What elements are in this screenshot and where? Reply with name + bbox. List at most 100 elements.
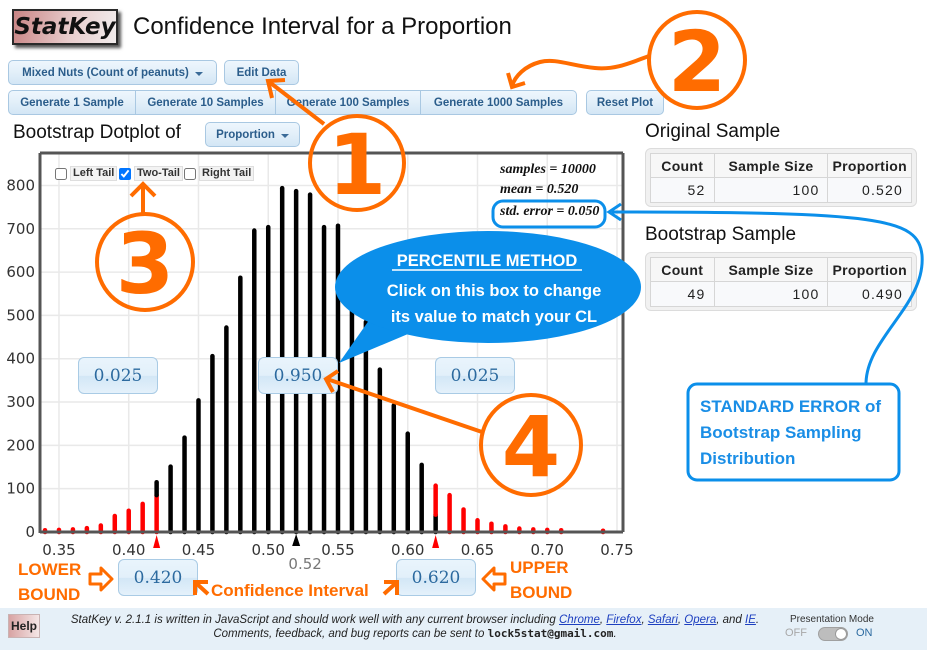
column-header-count: Count	[650, 153, 715, 178]
footer-intro: StatKey v. 2.1.1 is written in JavaScrip…	[70, 614, 559, 626]
period: .	[613, 628, 617, 640]
std-error-callout-line: STANDARD ERROR of	[700, 397, 881, 416]
samples-stat: samples = 10000	[500, 162, 596, 177]
reset-plot-button[interactable]: Reset Plot	[586, 90, 664, 115]
footer-contact-text: Comments, feedback, and bug reports can …	[213, 628, 488, 640]
generate-100-samples-button[interactable]: Generate 100 Samples	[276, 90, 421, 115]
two-tail-label: Two-Tail	[134, 166, 183, 181]
presentation-mode-toggle[interactable]	[818, 627, 848, 641]
sample-size-value: 100	[713, 177, 829, 203]
dataset-dropdown[interactable]: Mixed Nuts (Count of peanuts)	[8, 60, 217, 85]
generate-100-label: Generate 100 Samples	[286, 96, 410, 109]
opera-link[interactable]: Opera	[684, 614, 716, 626]
statistic-dropdown[interactable]: Proportion	[205, 122, 300, 147]
y-tick-label: 400	[6, 350, 35, 368]
footer-text: StatKey v. 2.1.1 is written in JavaScrip…	[45, 613, 785, 641]
y-tick-label: 100	[6, 480, 35, 498]
upper-bound-marker-icon	[432, 535, 440, 548]
presentation-on-label: ON	[856, 627, 873, 639]
left-tail-option[interactable]: Left Tail	[55, 166, 118, 181]
confidence-level-box[interactable]: 0.950	[258, 357, 338, 394]
left-tail-proportion-box[interactable]: 0.025	[78, 357, 158, 394]
generate-1000-samples-button[interactable]: Generate 1000 Samples	[421, 90, 577, 115]
right-tail-label: Right Tail	[199, 166, 255, 181]
contact-email: lock5stat@gmail.com	[487, 627, 614, 640]
sample-size-value: 100	[713, 281, 829, 307]
column-header-sample-size: Sample Size	[713, 153, 829, 178]
x-tick-label: 0.60	[391, 541, 424, 559]
dataset-label: Mixed Nuts (Count of peanuts)	[22, 66, 189, 79]
footer: Help StatKey v. 2.1.1 is written in Java…	[0, 608, 927, 650]
safari-link[interactable]: Safari	[648, 614, 678, 626]
y-tick-label: 700	[6, 220, 35, 238]
x-tick-label: 0.50	[252, 541, 285, 559]
ie-link[interactable]: IE	[745, 614, 756, 626]
right-tail-option[interactable]: Right Tail	[184, 166, 255, 181]
y-tick-label: 300	[6, 393, 35, 411]
caret-down-icon	[280, 133, 289, 138]
right-tail-checkbox[interactable]	[184, 167, 196, 180]
period: .	[755, 614, 760, 626]
left-tail-checkbox[interactable]	[55, 167, 67, 180]
original-sample-heading: Original Sample	[645, 121, 781, 142]
footer-line-1: StatKey v. 2.1.1 is written in JavaScrip…	[45, 613, 785, 627]
y-tick-label: 500	[6, 306, 35, 324]
presentation-mode-label: Presentation Mode	[790, 614, 874, 625]
x-tick-label: 0.70	[531, 541, 564, 559]
x-tick-label: 0.75	[600, 541, 633, 559]
column-header-count: Count	[650, 257, 715, 282]
lower-bound-marker-icon	[153, 535, 161, 548]
column-header-proportion: Proportion	[827, 153, 912, 178]
proportion-value: 0.520	[827, 177, 912, 203]
generate-samples-button-group: Generate 1 Sample Generate 10 Samples Ge…	[8, 90, 577, 115]
column-header-proportion: Proportion	[827, 257, 912, 282]
chrome-link[interactable]: Chrome	[559, 614, 600, 626]
mean-marker-icon	[292, 534, 301, 546]
reset-plot-label: Reset Plot	[596, 96, 654, 109]
mean-stat: mean = 0.520	[500, 182, 579, 197]
statistic-label: Proportion	[216, 128, 275, 141]
table-row: 52 100 0.520	[650, 177, 912, 203]
std-error-callout-line: Bootstrap Sampling	[700, 423, 862, 442]
proportion-value: 0.490	[827, 281, 912, 307]
table-row: 49 100 0.490	[650, 281, 912, 307]
presentation-off-label: OFF	[785, 627, 807, 639]
plot-heading: Bootstrap Dotplot of	[13, 122, 181, 143]
separator: , and	[716, 614, 746, 626]
two-tail-checkbox[interactable]	[119, 167, 131, 180]
x-tick-label: 0.45	[182, 541, 215, 559]
y-tick-label: 0	[25, 523, 35, 541]
y-tick-label: 600	[6, 263, 35, 281]
y-tick-label: 800	[6, 176, 35, 194]
original-sample-table: Count Sample Size Proportion 52 100 0.52…	[645, 148, 917, 207]
std-error-callout-box	[686, 382, 901, 482]
x-tick-label: 0.40	[112, 541, 145, 559]
count-value: 52	[650, 177, 715, 203]
bootstrap-sample-table: Count Sample Size Proportion 49 100 0.49…	[645, 252, 917, 311]
upper-bound-box[interactable]: 0.620	[396, 559, 476, 596]
toggle-knob	[835, 628, 847, 640]
mean-marker-label: 0.52	[288, 555, 321, 573]
left-tail-label: Left Tail	[70, 166, 118, 181]
generate-1000-label: Generate 1000 Samples	[433, 96, 564, 109]
x-tick-label: 0.65	[461, 541, 494, 559]
generate-1-sample-button[interactable]: Generate 1 Sample	[8, 90, 136, 115]
std-error-callout-line: Distribution	[700, 449, 795, 468]
footer-line-2: Comments, feedback, and bug reports can …	[45, 627, 785, 641]
firefox-link[interactable]: Firefox	[606, 614, 641, 626]
help-button[interactable]: Help	[8, 614, 40, 638]
edit-data-button[interactable]: Edit Data	[224, 60, 299, 85]
right-tail-proportion-box[interactable]: 0.025	[435, 357, 515, 394]
caret-down-icon	[194, 71, 203, 76]
lower-bound-box[interactable]: 0.420	[118, 559, 198, 596]
table-header-row: Count Sample Size Proportion	[650, 257, 912, 282]
bootstrap-sample-heading: Bootstrap Sample	[645, 224, 797, 245]
step-2-number: 2	[668, 13, 726, 111]
y-tick-label: 200	[6, 436, 35, 454]
statkey-logo[interactable]: StatKey	[12, 9, 118, 45]
generate-10-samples-button[interactable]: Generate 10 Samples	[136, 90, 276, 115]
two-tail-option[interactable]: Two-Tail	[119, 166, 183, 181]
generate-1-label: Generate 1 Sample	[20, 96, 124, 109]
x-tick-label: 0.35	[42, 541, 75, 559]
table-header-row: Count Sample Size Proportion	[650, 153, 912, 178]
